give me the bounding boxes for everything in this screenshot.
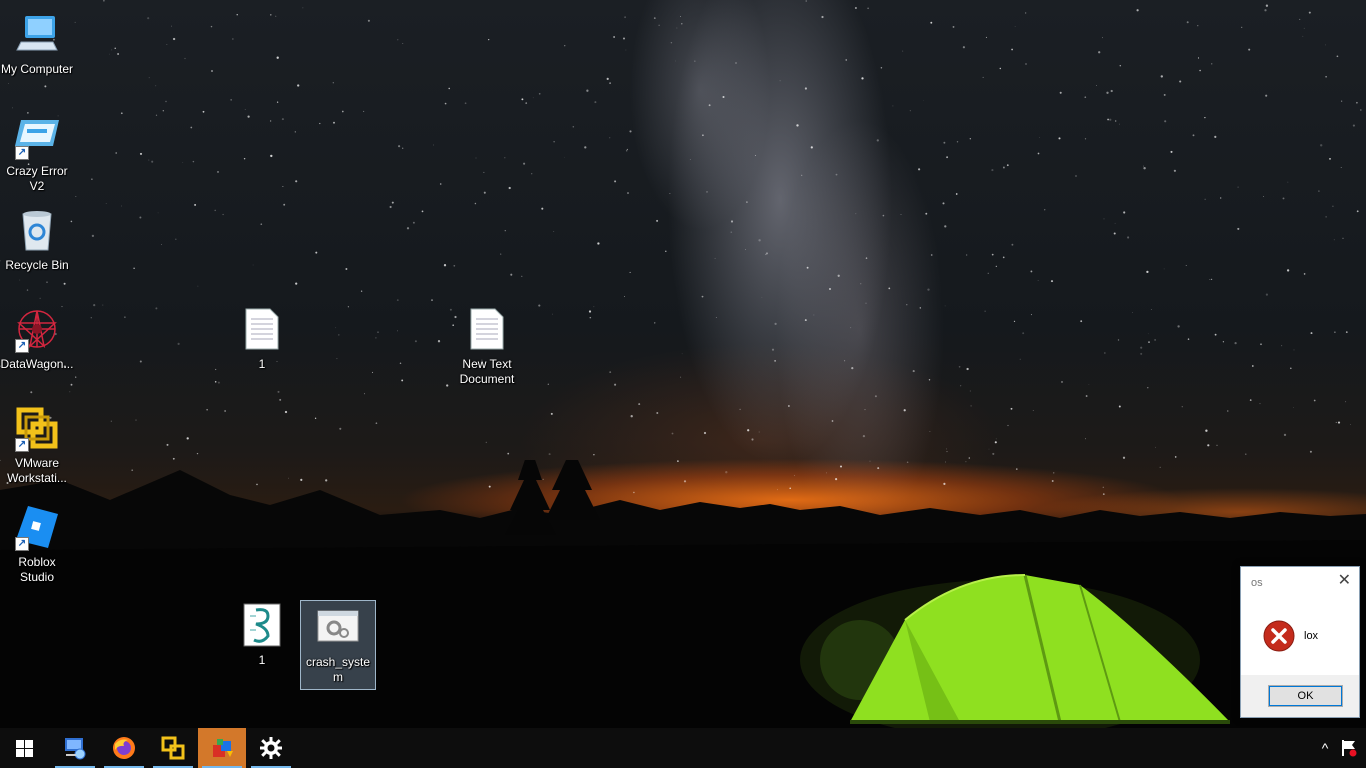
- vmware-icon: [161, 736, 185, 760]
- settings-gear-icon: [260, 737, 282, 759]
- shortcut-arrow-icon: ↗: [15, 339, 29, 353]
- error-icon: [1263, 620, 1295, 652]
- desktop-icon-datawagon[interactable]: ↗ DataWagon...: [0, 305, 74, 372]
- desktop-icon-script-file-1[interactable]: 1: [225, 601, 299, 668]
- taskbar: [0, 728, 1366, 768]
- desktop-icon-vmware[interactable]: ↗ VMware Workstati...: [0, 404, 74, 486]
- installer-icon: [213, 739, 233, 757]
- taskbar-app-settings[interactable]: [247, 728, 295, 768]
- desktop-icon-label: Crazy Error V2: [6, 164, 68, 193]
- firefox-icon: [113, 737, 135, 759]
- desktop-icon-label: DataWagon...: [0, 357, 74, 371]
- start-button[interactable]: [0, 728, 48, 768]
- desktop-icon-label: crash_system: [305, 655, 371, 684]
- action-center-flag-icon[interactable]: [1338, 735, 1360, 761]
- shortcut-arrow-icon: ↗: [15, 537, 29, 551]
- show-hidden-icons-chevron-icon[interactable]: ^: [1316, 735, 1334, 761]
- taskbar-app-firefox[interactable]: [100, 728, 148, 768]
- starfield: [0, 0, 1362, 495]
- computer-icon: [13, 10, 61, 58]
- desktop-icon-label: VMware Workstati...: [7, 456, 67, 485]
- vmware-icon: ↗: [13, 404, 61, 452]
- desktop-icon-crash-system[interactable]: crash_system: [300, 600, 376, 690]
- taskbar-app-installer[interactable]: [198, 728, 246, 768]
- dialog-message: lox: [1304, 630, 1319, 642]
- desktop-wallpaper: My Computer ↗ Crazy Error V2 Recycle Bin…: [0, 0, 1366, 728]
- desktop-icon-new-text-document[interactable]: New Text Document: [450, 305, 524, 387]
- desktop-icon-label: Recycle Bin: [5, 258, 69, 272]
- taskbar-app-network-computer[interactable]: [51, 728, 99, 768]
- desktop-icon-label: Roblox Studio: [18, 555, 56, 584]
- desktop-icon-text-file-1[interactable]: 1: [225, 305, 299, 372]
- datawagon-icon: ↗: [13, 305, 61, 353]
- network-computer-icon: [65, 738, 86, 760]
- desktop-icon-label: 1: [258, 357, 266, 371]
- taskbar-app-vmware[interactable]: [149, 728, 197, 768]
- shortcut-arrow-icon: ↗: [15, 438, 29, 452]
- desktop-icon-my-computer[interactable]: My Computer: [0, 10, 74, 77]
- text-file-icon: [463, 305, 511, 353]
- error-dialog[interactable]: os ✕ lox OK: [1240, 566, 1360, 718]
- desktop-icon-crazy-error[interactable]: ↗ Crazy Error V2: [0, 112, 74, 194]
- desktop-icon-roblox-studio[interactable]: ↗ Roblox Studio: [0, 503, 74, 585]
- script-file-icon: [238, 601, 286, 649]
- windows-start-icon: [15, 739, 33, 757]
- desktop-icon-label: 1: [258, 653, 266, 667]
- roblox-studio-icon: ↗: [13, 503, 61, 551]
- shortcut-arrow-icon: ↗: [15, 146, 29, 160]
- ok-button[interactable]: OK: [1268, 685, 1343, 707]
- exe-file-icon: [314, 603, 362, 651]
- desktop-icon-label: New Text Document: [459, 357, 515, 386]
- desktop-icon-label: My Computer: [0, 62, 74, 76]
- dialog-title: os: [1251, 577, 1263, 589]
- crazy-error-icon: ↗: [13, 112, 61, 160]
- close-icon[interactable]: ✕: [1338, 573, 1351, 589]
- text-file-icon: [238, 305, 286, 353]
- recycle-bin-icon: [13, 206, 61, 254]
- desktop-icon-recycle-bin[interactable]: Recycle Bin: [0, 206, 74, 273]
- mountain-silhouette: [0, 460, 1366, 728]
